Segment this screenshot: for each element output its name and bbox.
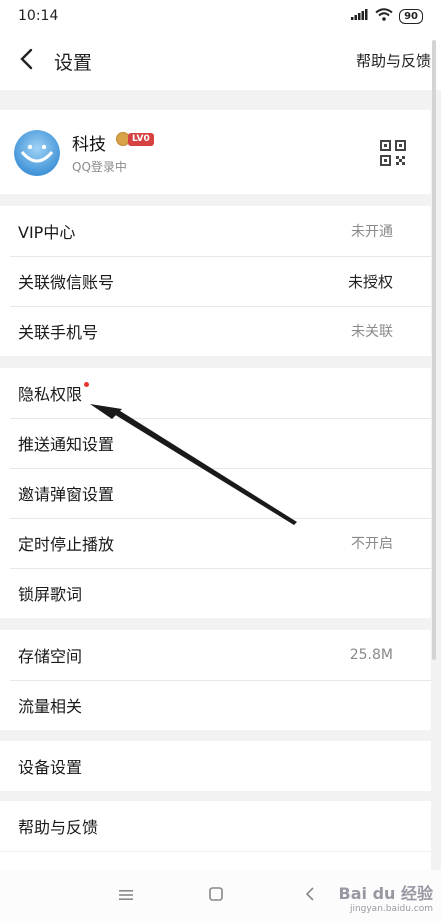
chevron-left-icon [19, 48, 33, 74]
settings-row-sleep-timer[interactable]: 定时停止播放 不开启 [0, 518, 431, 568]
baidu-watermark: Bai du 经验 jingyan.baidu.com [339, 880, 433, 914]
row-value: 25.8M [349, 647, 393, 663]
settings-row-help[interactable]: 帮助与反馈 [0, 801, 431, 851]
back-nav-button[interactable] [280, 870, 340, 921]
clipped-next-row [0, 852, 431, 870]
back-button[interactable] [6, 41, 46, 81]
settings-row-data-usage[interactable]: 流量相关 [0, 680, 431, 730]
row-value: 未授权 [347, 272, 393, 291]
menu-icon [119, 886, 133, 905]
status-bar: 10:14 90 [0, 0, 441, 32]
row-label: VIP中心 [18, 223, 76, 242]
row-label: 锁屏歌词 [18, 585, 83, 604]
row-label: 流量相关 [18, 697, 83, 716]
row-label: 设备设置 [18, 758, 83, 777]
level-badge: LV0 [116, 132, 154, 146]
settings-row-storage[interactable]: 存储空间 25.8M [0, 630, 431, 680]
row-label: 邀请弹窗设置 [18, 485, 115, 504]
storage-settings-group: 存储空间 25.8M 流量相关 [0, 630, 431, 730]
app-header: 设置 帮助与反馈 [0, 32, 441, 90]
row-value: 未开通 [351, 224, 393, 240]
account-settings-group: VIP中心 未开通 关联微信账号 未授权 关联手机号 未关联 [0, 206, 431, 356]
profile-card[interactable]: 科技 LV0 QQ登录中 [0, 110, 431, 194]
menu-nav-button[interactable] [96, 870, 156, 921]
page-title: 设置 [54, 51, 93, 74]
row-label: 帮助与反馈 [18, 818, 99, 837]
settings-row-push[interactable]: 推送通知设置 [0, 418, 431, 468]
chevron-left-icon [305, 886, 315, 905]
general-settings-group: 隐私权限 推送通知设置 邀请弹窗设置 定时停止播放 不开启 锁屏歌词 [0, 368, 431, 618]
qr-code-icon [380, 140, 406, 170]
new-badge-dot [84, 382, 90, 387]
row-label: 存储空间 [18, 647, 83, 666]
watermark-text: Bai du 经验 [338, 884, 433, 903]
row-label: 推送通知设置 [18, 435, 115, 454]
help-feedback-link[interactable]: 帮助与反馈 [356, 50, 431, 71]
avatar [14, 130, 60, 176]
privacy-label-text: 隐私权限 [18, 385, 83, 404]
username: 科技 [72, 135, 106, 155]
scrollbar[interactable] [432, 40, 436, 660]
row-label: 关联手机号 [18, 323, 99, 342]
row-label: 关联微信账号 [18, 273, 115, 292]
help-settings-group: 帮助与反馈 [0, 801, 431, 851]
battery-icon: 90 [399, 8, 423, 24]
device-settings-group: 设备设置 [0, 741, 431, 791]
login-status: QQ登录中 [72, 160, 127, 174]
square-icon [209, 886, 223, 905]
settings-row-wechat[interactable]: 关联微信账号 未授权 [0, 256, 431, 306]
watermark-url: jingyan.baidu.com [349, 904, 433, 914]
wifi-icon [375, 7, 393, 25]
status-icons: 90 [351, 7, 423, 25]
settings-row-vip[interactable]: VIP中心 未开通 [0, 206, 431, 256]
row-value: 未关联 [351, 324, 393, 340]
home-nav-button[interactable] [186, 870, 246, 921]
settings-row-privacy[interactable]: 隐私权限 [0, 368, 431, 418]
row-value: 不开启 [351, 536, 393, 552]
settings-row-phone[interactable]: 关联手机号 未关联 [0, 306, 431, 356]
signal-icon [351, 8, 369, 24]
settings-row-device[interactable]: 设备设置 [0, 741, 431, 791]
settings-row-lockscreen-lyrics[interactable]: 锁屏歌词 [0, 568, 431, 618]
status-time: 10:14 [18, 8, 59, 24]
qr-code-button[interactable] [380, 140, 406, 166]
settings-row-invite-popup[interactable]: 邀请弹窗设置 [0, 468, 431, 518]
row-label: 定时停止播放 [18, 535, 115, 554]
level-label: LV0 [128, 132, 154, 146]
row-label: 隐私权限 [18, 381, 90, 405]
